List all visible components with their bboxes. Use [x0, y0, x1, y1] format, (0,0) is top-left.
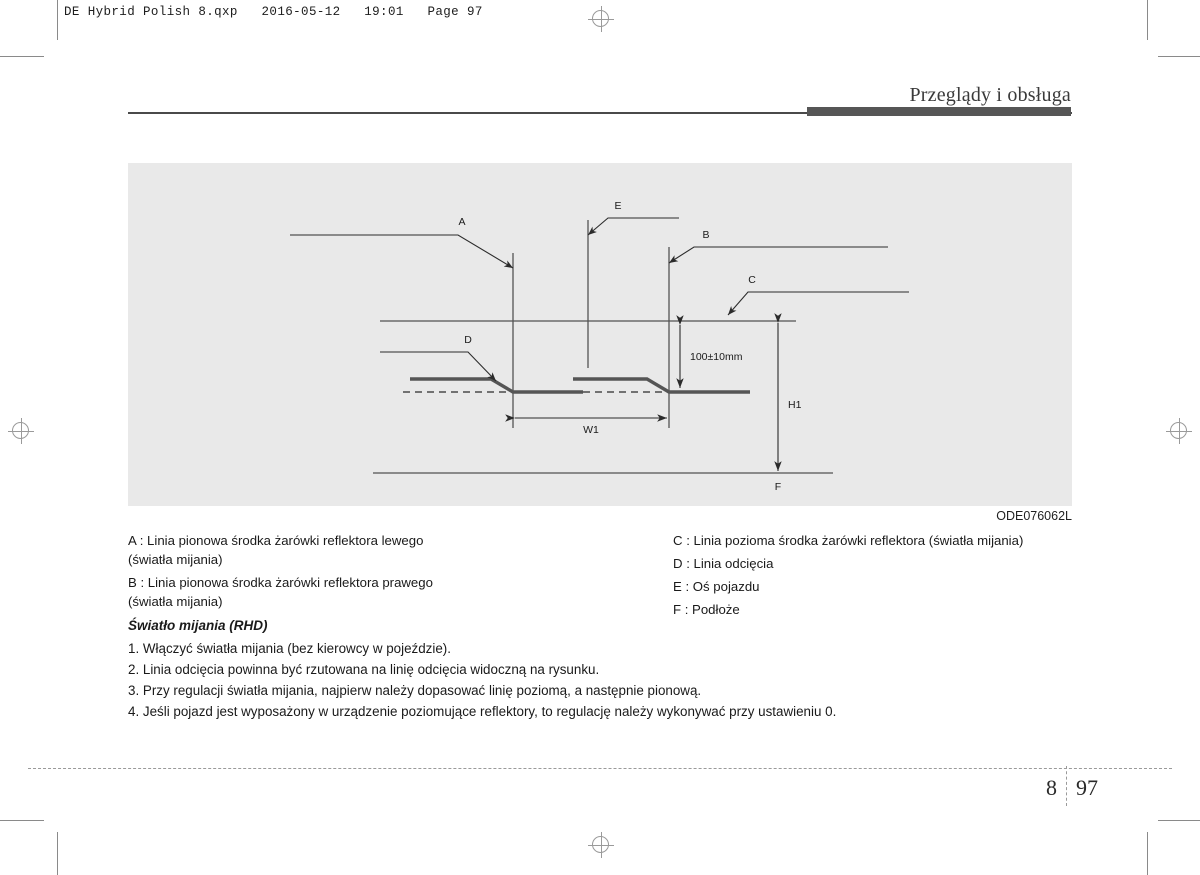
- cutoff-line-right: [573, 377, 750, 394]
- crop-mark-left-top-horizontal: [0, 56, 44, 57]
- figure-label-f: F: [775, 481, 781, 493]
- footer-divider-rule: [28, 768, 1172, 769]
- print-slug-header: DE Hybrid Polish 8.qxp 2016-05-12 19:01 …: [64, 5, 483, 19]
- leader-line-b: [668, 246, 888, 264]
- dimension-label-vertical-offset: 100±10mm: [690, 351, 743, 363]
- crop-mark-top-right-vertical: [1147, 0, 1148, 40]
- crop-mark-right-bottom-horizontal: [1158, 820, 1200, 821]
- instruction-step: 2. Linia odcięcia powinna być rzutowana …: [128, 662, 600, 677]
- footer-page-number: 97: [1076, 775, 1098, 800]
- legend-item: E : Oś pojazdu: [673, 579, 760, 594]
- figure-label-c: C: [748, 274, 756, 286]
- dimension-label-h1: H1: [788, 399, 802, 411]
- legend-item: C : Linia pozioma środka żarówki reflekt…: [673, 533, 1024, 548]
- legend-item: B : Linia pionowa środka żarówki reflekt…: [128, 575, 433, 609]
- crop-mark-bottom-left-vertical: [57, 832, 58, 875]
- registration-mark-right: [1166, 418, 1192, 444]
- crop-mark-bottom-right-vertical: [1147, 832, 1148, 875]
- title-accent-bar: [807, 107, 1071, 116]
- legend-item: A : Linia pionowa środka żarówki reflekt…: [128, 533, 424, 567]
- instruction-step: 3. Przy regulacji światła mijania, najpi…: [128, 683, 702, 698]
- registration-mark-top: [588, 6, 614, 32]
- instructions-section: Światło mijania (RHD) 1. Włączyć światła…: [128, 618, 1072, 722]
- headlight-aim-diagram: 100±10mm W1 H1 A E B C D F: [128, 163, 1072, 506]
- legend-column-right: C : Linia pozioma środka żarówki reflekt…: [673, 531, 1073, 623]
- instruction-step: 4. Jeśli pojazd jest wyposażony w urządz…: [128, 704, 837, 719]
- registration-mark-left: [8, 418, 34, 444]
- footer-page-indicator: 8 97: [1046, 766, 1098, 806]
- legend-column-left: A : Linia pionowa środka żarówki reflekt…: [128, 531, 608, 615]
- crop-mark-top-left-vertical: [57, 0, 58, 40]
- figure-code: ODE076062L: [996, 509, 1072, 523]
- figure-label-b: B: [702, 229, 709, 241]
- cutoff-line-left: [410, 377, 583, 394]
- figure-label-a: A: [458, 216, 465, 228]
- figure-label-e: E: [614, 200, 621, 212]
- leader-line-e: [587, 217, 679, 236]
- page-title: Przeglądy i obsługa: [909, 84, 1071, 106]
- instruction-step: 1. Włączyć światła mijania (bez kierowcy…: [128, 641, 451, 656]
- leader-line-c: [727, 291, 909, 316]
- footer-chapter-number: 8: [1046, 775, 1057, 800]
- registration-mark-bottom: [588, 832, 614, 858]
- legend-item: D : Linia odcięcia: [673, 556, 774, 571]
- instructions-heading: Światło mijania (RHD): [128, 618, 268, 633]
- crop-mark-right-top-horizontal: [1158, 56, 1200, 57]
- figure-label-d: D: [464, 334, 472, 346]
- crop-mark-left-bottom-horizontal: [0, 820, 44, 821]
- legend-item: F : Podłoże: [673, 602, 740, 617]
- leader-line-d: [380, 351, 497, 382]
- dimension-label-w1: W1: [583, 424, 599, 436]
- leader-line-a: [290, 234, 514, 269]
